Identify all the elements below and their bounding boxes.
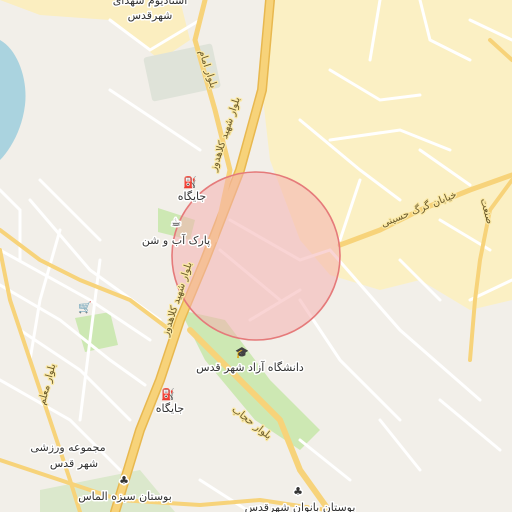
stadium-label-line1: استادیوم شهدای: [113, 0, 188, 7]
map-canvas[interactable]: بلوار شهید کلاهدوز بلوار شهید کلاهدوز بل…: [0, 0, 512, 512]
gas-station-2-label: جایگاه: [156, 402, 184, 415]
tree-icon: ♣: [293, 485, 303, 498]
cafe-icon: ☕: [171, 216, 181, 229]
boostan-almas-label: بوستان سبزه الماس: [78, 490, 172, 503]
stadium-label-line2: شهرقدس: [128, 9, 173, 22]
sports-complex-label-line2: شهر قدس: [50, 457, 98, 470]
sports-complex-label-line1: مجموعه ورزشی: [30, 441, 105, 454]
gas-station-1-label: جایگاه: [178, 190, 206, 203]
boostan-banovan-label: بوستان بانوان شهرقدس: [245, 501, 356, 512]
shopping-cart-icon: 🛒: [78, 301, 92, 314]
fuel-icon: ⛽: [161, 388, 175, 401]
azad-univ-label: دانشگاه آزاد شهر قدس: [196, 360, 304, 374]
university-icon: 🎓: [235, 346, 249, 359]
tree-icon: ♣: [119, 474, 129, 487]
park-ab-label: پارک آب و شن: [142, 233, 210, 247]
poi-shop[interactable]: 🛒: [77, 300, 94, 316]
fuel-icon: ⛽: [183, 176, 197, 189]
